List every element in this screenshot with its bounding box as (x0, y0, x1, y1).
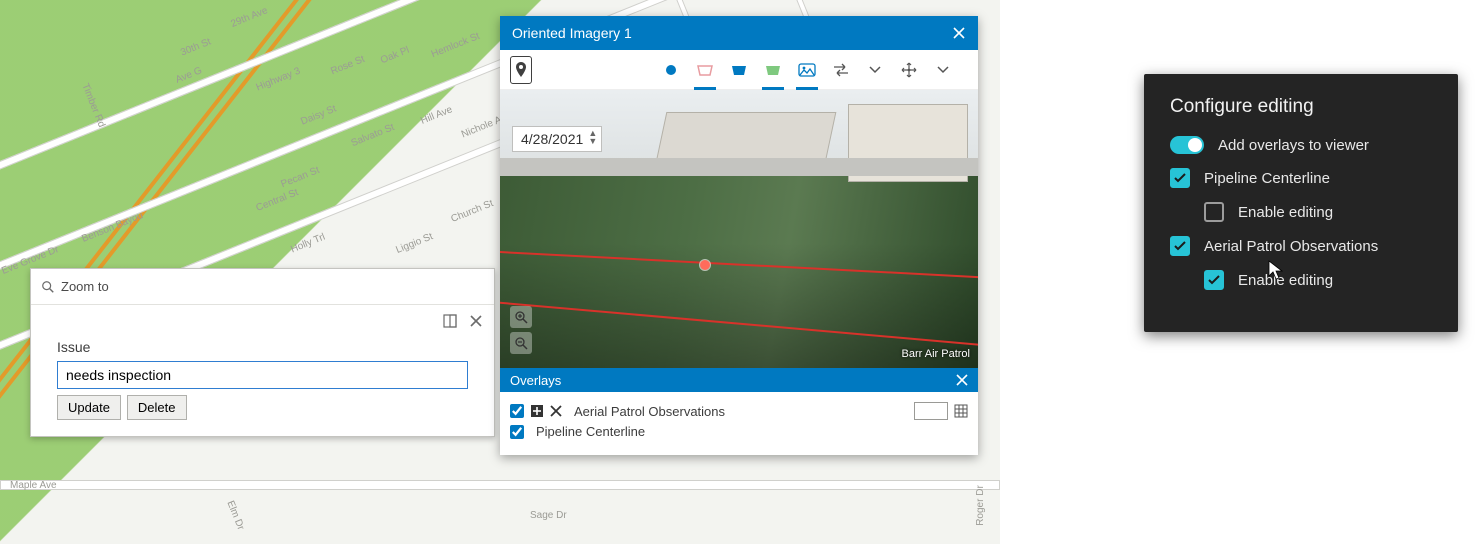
layer-row: Aerial Patrol Observations (1170, 236, 1432, 256)
add-overlays-label: Add overlays to viewer (1218, 137, 1369, 154)
field-label-issue: Issue (57, 339, 468, 355)
enable-editing-row: Enable editing (1204, 202, 1432, 222)
street-label: Elm Dr (224, 499, 246, 531)
tool-folder1-icon[interactable] (692, 56, 718, 84)
configure-editing-title: Configure editing (1170, 96, 1432, 118)
chevron-down-icon[interactable] (862, 56, 888, 84)
issue-input[interactable] (57, 361, 468, 389)
date-value: 4/28/2021 (521, 131, 583, 147)
street-label: Central St (255, 187, 300, 214)
zoom-out-button[interactable] (510, 332, 532, 354)
enable-editing-checkbox[interactable] (1204, 202, 1224, 222)
overlay-row: Aerial Patrol Observations (510, 402, 968, 420)
overlays-header: Overlays (500, 368, 978, 392)
add-overlays-toggle-row: Add overlays to viewer (1170, 136, 1432, 154)
street-label: Maple Ave (10, 480, 57, 491)
overlay-value-input[interactable] (914, 402, 948, 420)
tool-point-icon[interactable] (658, 56, 684, 84)
overlay-row: Pipeline Centerline (510, 424, 968, 439)
tool-image-icon[interactable] (794, 56, 820, 84)
location-pin-button[interactable] (510, 56, 532, 84)
delete-button[interactable]: Delete (127, 395, 187, 420)
overlay-label: Aerial Patrol Observations (574, 404, 725, 419)
layer-row: Pipeline Centerline (1170, 168, 1432, 188)
overlays-title-text: Overlays (510, 373, 561, 388)
feature-popup: Zoom to Issue Update Delete (30, 268, 495, 437)
street-label: Roger Dr (975, 485, 986, 526)
tool-folder2-icon[interactable] (726, 56, 752, 84)
street-label: Church St (450, 198, 495, 225)
date-selector[interactable]: 4/28/2021 ▲▼ (512, 126, 602, 152)
pipeline-line (500, 300, 978, 349)
street-label: Liggio St (394, 231, 434, 256)
update-button[interactable]: Update (57, 395, 121, 420)
overlay-label: Pipeline Centerline (536, 424, 645, 439)
street-label: Sage Dr (530, 510, 567, 521)
tool-folder3-icon[interactable] (760, 56, 786, 84)
layer-checkbox[interactable] (1170, 236, 1190, 256)
observation-marker[interactable] (700, 260, 710, 270)
oi-image-view[interactable]: 4/28/2021 ▲▼ Barr Air Patrol (500, 90, 978, 368)
layer-name: Pipeline Centerline (1204, 170, 1330, 187)
overlays-list: Aerial Patrol Observations Pipeline Cent… (500, 392, 978, 455)
street-label: Hemlock St (430, 31, 482, 60)
table-icon[interactable] (954, 404, 968, 418)
enable-editing-row: Enable editing (1204, 270, 1432, 290)
street-label: Daisy St (299, 103, 338, 127)
enable-editing-label: Enable editing (1238, 272, 1333, 289)
oriented-imagery-window: Oriented Imagery 1 (500, 16, 978, 455)
magnifier-icon (41, 280, 55, 294)
add-overlays-toggle[interactable] (1170, 136, 1204, 154)
oi-titlebar[interactable]: Oriented Imagery 1 (500, 16, 978, 50)
aerial-road (500, 158, 978, 176)
street-label: Holly Trl (289, 232, 327, 256)
street-label: Rose St (329, 54, 366, 78)
date-spinner-icon[interactable]: ▲▼ (588, 129, 597, 145)
oi-title-text: Oriented Imagery 1 (512, 25, 632, 41)
street-label: Pecan St (279, 165, 321, 190)
street-label: Salvato St (350, 122, 396, 149)
map-road (0, 480, 1000, 490)
overlay-checkbox[interactable] (510, 404, 524, 418)
enable-editing-label: Enable editing (1238, 204, 1333, 221)
layer-checkbox[interactable] (1170, 168, 1190, 188)
close-icon[interactable] (550, 405, 562, 417)
close-icon[interactable] (468, 313, 484, 329)
plus-icon[interactable] (530, 404, 544, 418)
overlay-checkbox[interactable] (510, 425, 524, 439)
zoom-to-link[interactable]: Zoom to (61, 279, 109, 294)
cursor-icon (1268, 260, 1284, 280)
enable-editing-checkbox[interactable] (1204, 270, 1224, 290)
close-icon[interactable] (956, 374, 968, 386)
pipeline-line (500, 250, 978, 280)
configure-editing-panel: Configure editing Add overlays to viewer… (1144, 74, 1458, 332)
close-icon[interactable] (952, 26, 966, 40)
street-label: Hill Ave (419, 104, 454, 127)
layer-name: Aerial Patrol Observations (1204, 238, 1378, 255)
street-label: Highway 3 (255, 66, 302, 94)
chevron-down-icon[interactable] (930, 56, 956, 84)
tool-move-icon[interactable] (896, 56, 922, 84)
dock-icon[interactable] (442, 313, 458, 329)
oi-toolbar (500, 50, 978, 90)
image-attribution: Barr Air Patrol (902, 348, 970, 360)
tool-swap-icon[interactable] (828, 56, 854, 84)
street-label: 30th St (179, 36, 213, 58)
zoom-in-button[interactable] (510, 306, 532, 328)
street-label: Oak Pl (379, 45, 411, 66)
street-label: 29th Ave (229, 5, 269, 30)
street-label: Timber Rd (79, 82, 107, 129)
